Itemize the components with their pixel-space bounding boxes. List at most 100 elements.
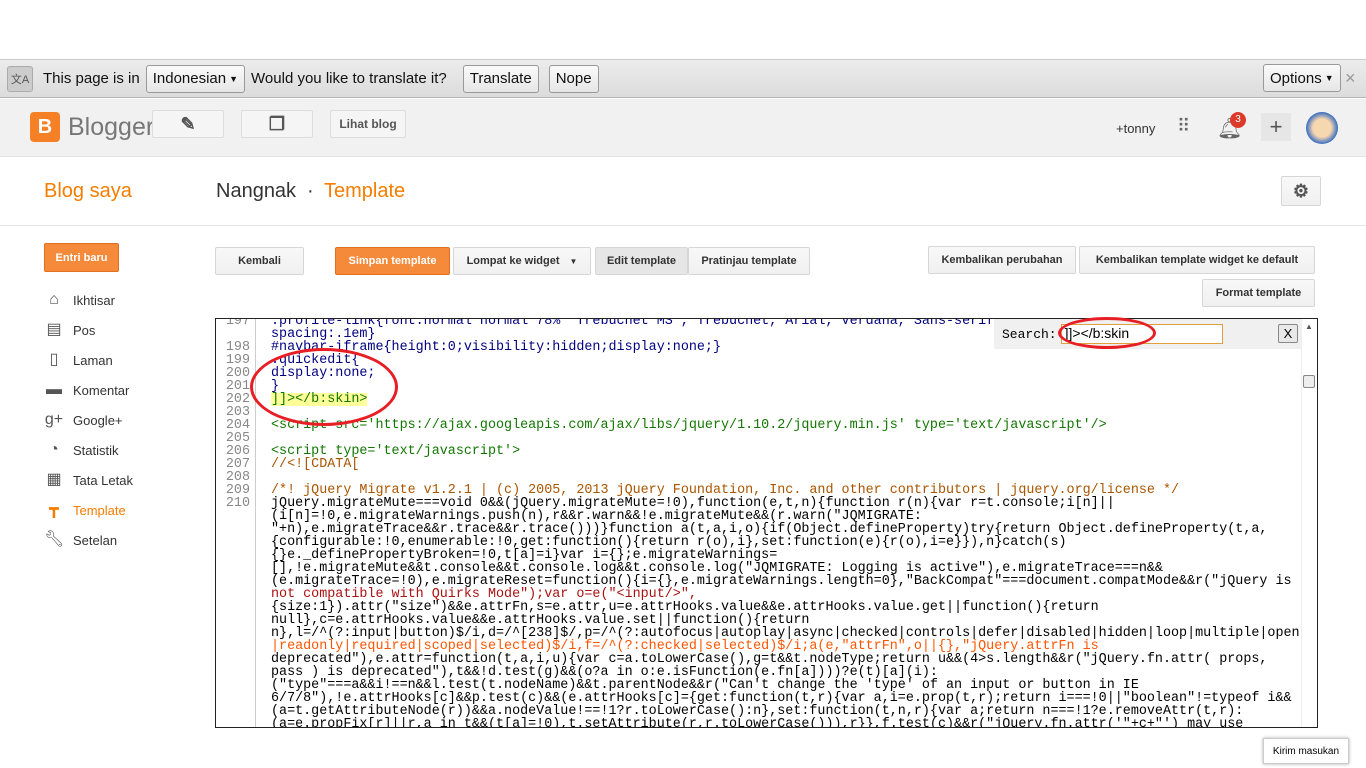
line-number <box>216 510 256 523</box>
jump-label: Lompat ke widget <box>466 255 560 267</box>
chevron-down-icon: ▼ <box>569 256 578 266</box>
home-icon: ⌂ <box>49 291 59 308</box>
notification-badge: 3 <box>1230 112 1246 128</box>
scroll-up-icon[interactable]: ▲ <box>1305 322 1313 331</box>
sidebar-item-ikhtisar[interactable]: ⌂ Ikhtisar <box>44 285 133 315</box>
annotation-circle <box>250 348 398 426</box>
tab-edit-template[interactable]: Edit template <box>595 247 688 275</box>
scrollbar-thumb[interactable] <box>1303 375 1315 388</box>
new-post-button[interactable]: ✎ <box>152 110 224 138</box>
sidebar-item-statistik[interactable]: ◔ Statistik <box>44 435 133 465</box>
line-number <box>216 601 256 614</box>
sidebar-item-label: Laman <box>73 352 113 368</box>
translate-button[interactable]: Translate <box>462 64 539 93</box>
save-template-button[interactable]: Simpan template <box>335 247 450 275</box>
blogger-logo-icon: B <box>30 112 60 142</box>
tab-preview-template[interactable]: Pratinjau template <box>688 247 810 275</box>
posts-button[interactable]: ❐ <box>241 110 313 138</box>
sidebar-item-label: Template <box>73 502 126 518</box>
sidebar-item-laman[interactable]: ▯ Laman <box>44 345 133 375</box>
stats-icon: ◔ <box>49 441 59 458</box>
language-value: Indonesian <box>152 70 227 87</box>
translate-question: Would you like to translate it? <box>251 70 447 87</box>
line-number <box>216 614 256 627</box>
sidebar-item-label: Pos <box>73 322 96 338</box>
options-label: Options <box>1270 69 1322 87</box>
code-text: (a=e.propFix[r]||r,a in t&&(t[a]=!0),t.s… <box>271 717 1244 728</box>
nope-button[interactable]: Nope <box>548 64 599 93</box>
back-button[interactable]: Kembali <box>215 247 304 275</box>
line-number <box>216 692 256 705</box>
line-number <box>216 627 256 640</box>
separator: · <box>307 180 314 202</box>
line-number <box>216 679 256 692</box>
search-label: Search: <box>1002 326 1057 342</box>
gear-icon: ⚙ <box>1292 180 1310 201</box>
share-plus-button[interactable]: + <box>1261 113 1291 141</box>
posts-icon: ▤ <box>46 321 62 338</box>
line-number <box>216 705 256 718</box>
avatar[interactable] <box>1306 112 1338 144</box>
blogger-logo[interactable]: B Blogger <box>30 112 154 142</box>
my-blogs-link[interactable]: Blog saya <box>44 180 132 203</box>
user-link[interactable]: +tonny <box>1116 121 1155 136</box>
browser-top <box>0 0 1366 60</box>
translate-bar: 文A This page is in Indonesian ▼ Would you… <box>0 60 1366 98</box>
sidebar-item-komentar[interactable]: ▬ Komentar <box>44 375 133 405</box>
sidebar-item-tata-letak[interactable]: ▦ Tata Letak <box>44 465 133 495</box>
search-close-button[interactable]: X <box>1278 324 1298 343</box>
line-number <box>216 588 256 601</box>
jump-to-widget-dropdown[interactable]: Lompat ke widget ▼ <box>453 247 591 275</box>
new-post-button[interactable]: Entri baru <box>44 243 119 272</box>
revert-changes-button[interactable]: Kembalikan perubahan <box>928 246 1076 274</box>
chevron-down-icon: ▼ <box>229 73 239 84</box>
vertical-scrollbar[interactable]: ▲ <box>1301 319 1317 727</box>
chevron-down-icon: ▼ <box>1324 73 1334 83</box>
sidebar-item-label: Setelan <box>73 532 118 548</box>
line-number <box>216 575 256 588</box>
line-number: 197 <box>225 318 250 329</box>
code-line: 206 <script type='text/javascript'> <box>216 445 1300 458</box>
blogger-header: B Blogger ✎ ❐ Lihat blog +tonny ⠿ 🔔︎ 3 + <box>0 99 1366 157</box>
sidebar-item-label: Statistik <box>73 442 119 458</box>
template-icon: ┳ <box>49 501 59 518</box>
sub-header: Blog saya Nangnak · Template ⚙ <box>0 158 1366 226</box>
send-feedback-button[interactable]: Kirim masukan <box>1263 738 1349 764</box>
line-number <box>216 666 256 679</box>
close-icon[interactable]: × <box>1345 68 1356 89</box>
sidebar-item-setelan[interactable]: 🔧︎ Setelan <box>44 525 133 555</box>
page-title: Template <box>324 180 406 202</box>
revert-widgets-button[interactable]: Kembalikan template widget ke default <box>1079 246 1315 274</box>
language-select[interactable]: Indonesian ▼ <box>145 64 246 93</box>
line-number <box>216 562 256 575</box>
sidebar-item-google-[interactable]: g+ Google+ <box>44 405 133 435</box>
sidebar-item-template[interactable]: ┳ Template <box>44 495 133 525</box>
settings-button[interactable]: ⚙ <box>1281 176 1321 206</box>
annotation-circle <box>1058 317 1156 349</box>
sidebar-item-label: Google+ <box>73 412 123 428</box>
options-button[interactable]: Options ▼ <box>1263 64 1341 92</box>
brand-name: Blogger <box>68 112 155 141</box>
apps-grid-icon[interactable]: ⠿ <box>1177 116 1190 137</box>
sidebar-item-pos[interactable]: ▤ Pos <box>44 315 133 345</box>
line-number <box>216 640 256 653</box>
pencil-icon: ✎ <box>180 113 196 134</box>
sidebar-item-label: Ikhtisar <box>73 292 115 308</box>
line-number: 210 <box>225 496 250 511</box>
sidebar: ⌂ Ikhtisar ▤ Pos ▯ Laman ▬ Komentar g+ Google+ ◔ St… <box>44 285 133 555</box>
code-line: (a=e.propFix[r]||r,a in t&&(t[a]=!0),t.s… <box>216 717 1300 728</box>
code-text: <script src='https://ajax.googleapis.com… <box>271 418 1107 433</box>
format-template-button[interactable]: Format template <box>1202 279 1315 307</box>
code-text: //<![CDATA[ <box>271 457 360 472</box>
line-number <box>216 536 256 549</box>
translate-prefix: This page is in <box>43 70 140 87</box>
blog-name: Nangnak <box>216 180 297 202</box>
view-blog-button[interactable]: Lihat blog <box>330 110 406 138</box>
sidebar-item-label: Tata Letak <box>73 472 133 488</box>
code-line: 204 <script src='https://ajax.googleapis.… <box>216 419 1300 432</box>
line-number <box>216 523 256 536</box>
google-plus-icon: g+ <box>44 411 64 428</box>
comment-icon: ▬ <box>46 381 62 398</box>
